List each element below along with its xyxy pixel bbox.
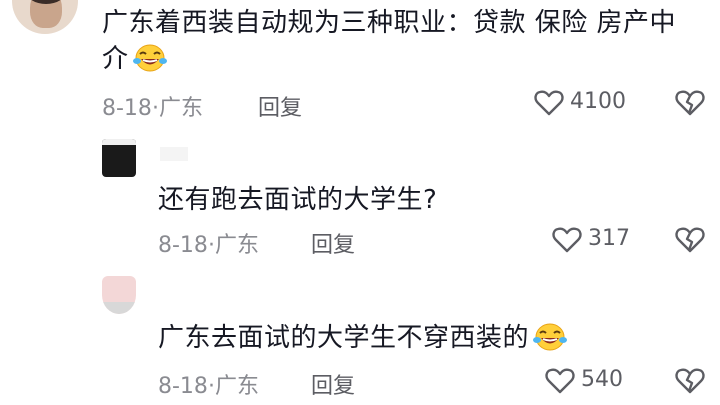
meta-separator: · <box>207 233 215 258</box>
dislike-button[interactable] <box>675 367 705 395</box>
comment-date: 8-18 <box>102 96 152 121</box>
comment-text: 广东着西装自动规为三种职业：贷款 保险 房产中介 <box>102 5 702 83</box>
dislike-button[interactable] <box>675 226 705 254</box>
reply-button[interactable]: 回复 <box>311 227 355 259</box>
reply-button[interactable]: 回复 <box>258 90 302 122</box>
broken-heart-icon <box>675 226 705 254</box>
comment-date: 8-18 <box>158 233 208 258</box>
broken-heart-icon <box>675 89 705 117</box>
username-placeholder <box>160 147 188 161</box>
meta-separator: · <box>151 96 159 121</box>
heart-icon <box>534 89 564 117</box>
like-button[interactable]: 540 <box>545 366 641 396</box>
comment-meta: 8-18·广东 <box>102 90 203 122</box>
comment-body: 广东去面试的大学生不穿西装的 <box>158 323 530 353</box>
dislike-button[interactable] <box>675 89 705 117</box>
comment-text: 广东去面试的大学生不穿西装的 <box>158 320 568 362</box>
comment-meta: 8-18·广东 <box>158 368 259 400</box>
meta-separator: · <box>207 374 215 399</box>
comment-location: 广东 <box>214 374 259 399</box>
avatar[interactable] <box>12 0 78 34</box>
like-count: 540 <box>581 367 623 392</box>
laughing-crying-emoji-icon <box>533 322 568 362</box>
like-button[interactable]: 4100 <box>534 88 634 118</box>
comment-location: 广东 <box>158 96 203 121</box>
comment-meta: 8-18·广东 <box>158 227 259 259</box>
comment-body: 广东着西装自动规为三种职业：贷款 保险 房产中介 <box>102 8 677 74</box>
comment-location: 广东 <box>214 233 259 258</box>
heart-icon <box>545 367 575 395</box>
broken-heart-icon <box>675 367 705 395</box>
comment-date: 8-18 <box>158 374 208 399</box>
avatar[interactable] <box>102 139 136 177</box>
like-button[interactable]: 317 <box>552 225 642 255</box>
like-count: 4100 <box>570 89 626 114</box>
avatar[interactable] <box>102 276 136 314</box>
comment-text: 还有跑去面试的大学生? <box>158 185 438 215</box>
heart-icon <box>552 226 582 254</box>
laughing-crying-emoji-icon <box>132 43 167 83</box>
reply-button[interactable]: 回复 <box>311 368 355 400</box>
like-count: 317 <box>588 226 630 251</box>
